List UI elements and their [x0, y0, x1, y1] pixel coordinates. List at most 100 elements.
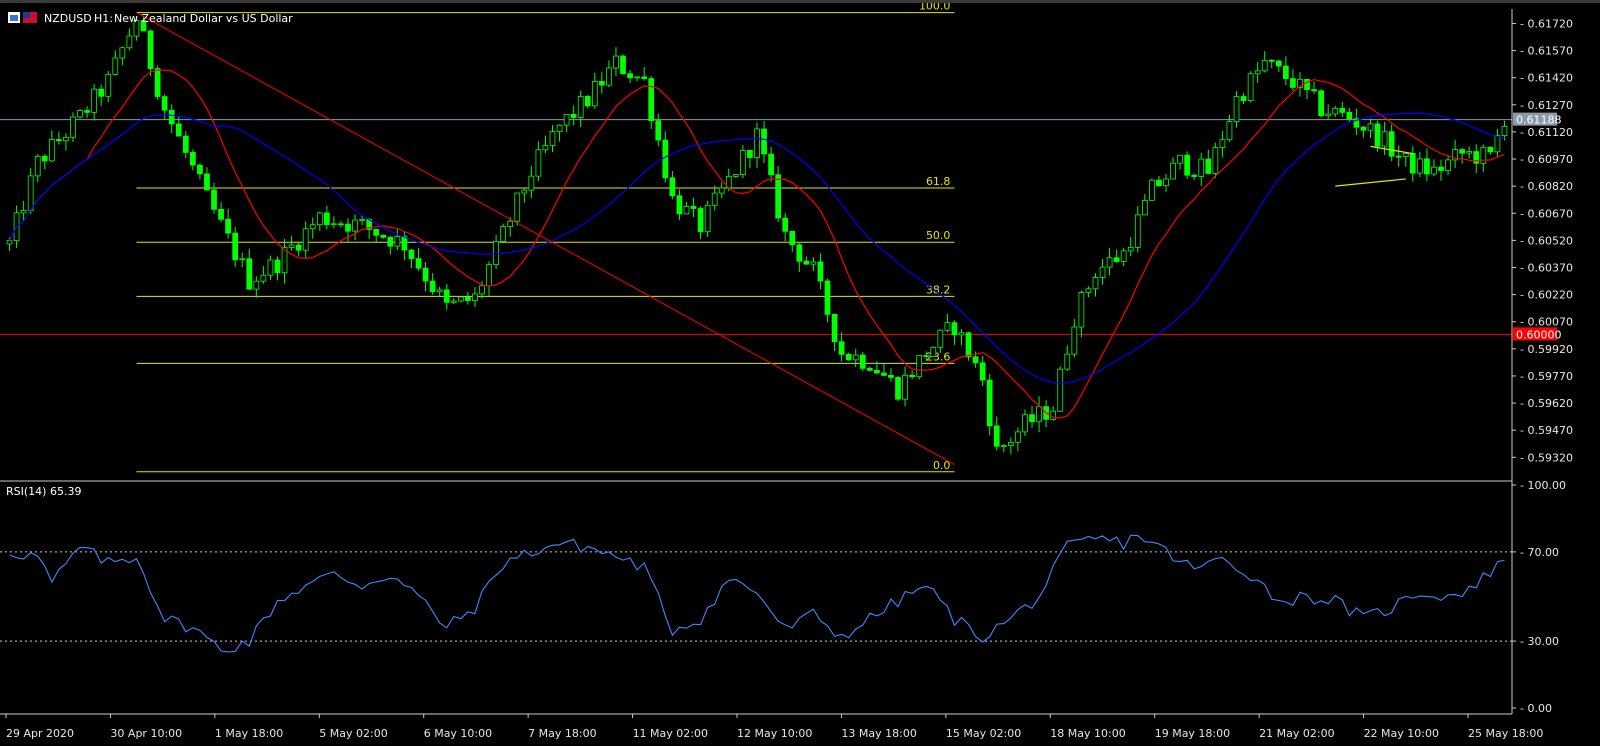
candle-body [1085, 288, 1092, 294]
price-tick-label: - 0.61120 [1520, 126, 1573, 139]
flag-icon-canton [23, 12, 30, 18]
candle-body [302, 228, 309, 251]
chart-canvas[interactable]: 100.061.850.038.223.60.0 0.600000.61188 … [0, 3, 1600, 746]
candle-body [747, 150, 753, 158]
candle-body [465, 296, 471, 302]
candle-body [577, 95, 584, 118]
candle-body [1290, 78, 1296, 88]
price-tick-label: - 0.60070 [1520, 316, 1573, 329]
time-tick-label: 5 May 02:00 [319, 727, 387, 740]
candle-body [627, 73, 633, 79]
candle-body [288, 244, 295, 248]
candle-body [1163, 178, 1169, 187]
candle-body [881, 372, 887, 376]
time-tick-label: 21 May 02:00 [1259, 727, 1334, 740]
candle-body [63, 136, 69, 142]
candle-body [606, 67, 612, 86]
candle-body [1466, 151, 1473, 154]
triangle-lower-line [1335, 178, 1406, 187]
chart-header: NZDUSD H1: New Zealand Dollar vs US Doll… [8, 12, 293, 25]
rsi-tick-label: - 30.00 [1520, 635, 1559, 648]
time-tick-label: 15 May 02:00 [946, 727, 1021, 740]
candle-body [697, 208, 704, 233]
price-tick-label: - 0.61570 [1520, 45, 1573, 58]
horizontal-lines[interactable]: 0.60000 0.61188 [0, 112, 1562, 342]
candle-body [1198, 158, 1205, 177]
candle-body [556, 124, 563, 133]
candle-body [112, 57, 119, 75]
candle-body [232, 232, 239, 261]
price-tick-label: - 0.59620 [1520, 397, 1573, 410]
candle-body [450, 300, 457, 303]
candle-body [338, 223, 344, 226]
candle-body [309, 224, 316, 230]
price-tick-label: - 0.59920 [1520, 343, 1573, 356]
candle-body [352, 219, 358, 232]
candle-body [803, 260, 810, 265]
candle-body [1494, 135, 1501, 153]
candle-body [1036, 406, 1042, 423]
candle-body [1346, 111, 1353, 120]
time-tick-label: 18 May 10:00 [1050, 727, 1125, 740]
candle-body [1141, 199, 1148, 216]
candle-body [408, 249, 415, 259]
chart-window[interactable]: 100.0 61.8 50.0 38.2 23.6 0.0 0.60000 0.61188 … [0, 3, 1600, 746]
price-tick-label: - 0.60520 [1520, 234, 1573, 247]
candle-body [84, 110, 90, 113]
candle-body [1254, 70, 1261, 75]
candle-body [937, 329, 944, 348]
time-tick-label: 13 May 18:00 [841, 727, 916, 740]
candle-body [648, 78, 655, 122]
rsi-indicator-panel: RSI(14) 65.39 [0, 485, 1512, 653]
candle-body [1149, 179, 1155, 201]
candle-body [1226, 121, 1233, 141]
candle-body [267, 259, 274, 276]
price-tick-label: - 0.59320 [1520, 451, 1573, 464]
candle-body [429, 280, 436, 292]
time-tick-label: 30 Apr 10:00 [110, 727, 182, 740]
candle-body [253, 280, 260, 290]
candle-body [598, 81, 605, 86]
candle-body [1092, 277, 1099, 290]
candle-body [676, 195, 683, 215]
candle-body [1275, 60, 1282, 67]
candle-body [246, 258, 253, 290]
candle-body [521, 189, 528, 194]
candle-body [549, 131, 556, 146]
candle-body [838, 341, 845, 355]
candle-body [1381, 131, 1388, 147]
candle-body [34, 155, 41, 177]
candle-body [1240, 96, 1247, 102]
candle-body [845, 353, 852, 361]
drawing-objects[interactable] [136, 12, 1413, 465]
candle-body [1360, 126, 1367, 131]
candle-body [570, 114, 577, 118]
candle-body [909, 374, 916, 378]
candle-body [859, 354, 866, 369]
candle-body [1205, 158, 1212, 174]
candle-body [345, 223, 351, 232]
candle-body [48, 139, 55, 162]
candle-body [824, 280, 831, 315]
candle-body [895, 376, 901, 400]
candle-body [479, 285, 485, 295]
fibonacci-retracement[interactable]: 100.061.850.038.223.60.0 [136, 3, 955, 473]
candle-body [620, 55, 626, 75]
rsi-tick-label: - 70.00 [1520, 546, 1559, 559]
candle-body [944, 322, 951, 331]
candle-body [225, 218, 231, 234]
chart-window-icon-inner [10, 15, 18, 21]
candle-body [1445, 159, 1451, 171]
candle-body [359, 219, 365, 221]
candle-body [923, 355, 930, 357]
candle-body [98, 88, 105, 97]
candle-body [218, 208, 224, 220]
candle-body [507, 220, 514, 228]
candle-body [810, 261, 817, 265]
candle-body [761, 128, 767, 155]
candle-body [443, 289, 450, 303]
candle-body [323, 212, 330, 226]
candle-body [817, 261, 824, 282]
candle-body [641, 76, 648, 79]
candle-body [472, 293, 478, 302]
